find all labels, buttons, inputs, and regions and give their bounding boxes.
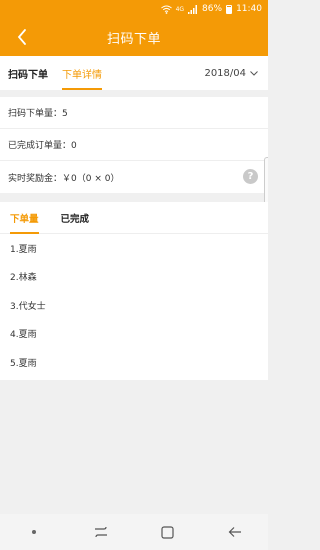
stat-orders-text: 扫码下单量：5 bbox=[8, 109, 68, 119]
list-item[interactable]: 4.夏雨 bbox=[0, 320, 268, 349]
order-list-card: 下单量 已完成 1.夏雨 2.林森 3.代女士 4.夏雨 5.夏雨 bbox=[0, 202, 268, 380]
home-square-icon bbox=[161, 525, 174, 539]
sub-tab-bar: 下单量 已完成 bbox=[0, 202, 268, 234]
list-item[interactable]: 3.代女士 bbox=[0, 291, 268, 320]
back-button[interactable] bbox=[8, 22, 36, 52]
stat-completed-text: 已完成订单量：0 bbox=[8, 141, 77, 151]
stat-orders: 扫码下单量：5 bbox=[0, 97, 268, 129]
app-bar: 扫码下单 bbox=[0, 18, 268, 56]
top-tab-bar: 扫码下单 下单详情 2018/04 bbox=[0, 56, 268, 90]
help-icon[interactable]: ? bbox=[243, 169, 258, 184]
tab-scan-order[interactable]: 扫码下单 bbox=[8, 56, 48, 90]
back-nav-button[interactable] bbox=[220, 517, 250, 547]
list-item[interactable]: 2.林森 bbox=[0, 263, 268, 292]
chevron-down-icon bbox=[250, 70, 258, 76]
stat-completed: 已完成订单量：0 bbox=[0, 129, 268, 161]
stat-bonus: 实时奖励金：￥0（0 × 0） ? bbox=[0, 161, 268, 193]
clock: 11:40 bbox=[236, 4, 262, 14]
dot-icon bbox=[31, 530, 36, 534]
system-nav-bar bbox=[0, 514, 268, 550]
tab-order-count[interactable]: 下单量 bbox=[10, 202, 39, 234]
tab-completed[interactable]: 已完成 bbox=[61, 202, 90, 234]
battery-percent: 86% bbox=[202, 4, 223, 14]
wifi-icon bbox=[160, 5, 172, 14]
list-item[interactable]: 1.夏雨 bbox=[0, 234, 268, 263]
status-bar: 4G 86% 11:40 bbox=[0, 0, 268, 18]
battery-icon bbox=[226, 4, 233, 14]
chevron-left-icon bbox=[17, 29, 26, 45]
arrow-left-icon bbox=[228, 527, 241, 537]
nav-dot-button[interactable] bbox=[19, 517, 49, 547]
stat-bonus-text: 实时奖励金：￥0（0 × 0） bbox=[8, 173, 120, 184]
recents-icon bbox=[94, 526, 107, 538]
signal-icon bbox=[188, 4, 198, 14]
recents-button[interactable] bbox=[86, 517, 116, 547]
tab-order-details[interactable]: 下单详情 bbox=[62, 56, 102, 90]
list-item[interactable]: 5.夏雨 bbox=[0, 348, 268, 377]
date-select[interactable]: 2018/04 bbox=[204, 56, 258, 90]
page-title: 扫码下单 bbox=[106, 31, 161, 47]
stats-panel: 扫码下单量：5 已完成订单量：0 实时奖励金：￥0（0 × 0） ? bbox=[0, 97, 268, 193]
home-button[interactable] bbox=[153, 517, 183, 547]
date-select-value: 2018/04 bbox=[204, 67, 246, 79]
network-label: 4G bbox=[175, 5, 185, 13]
